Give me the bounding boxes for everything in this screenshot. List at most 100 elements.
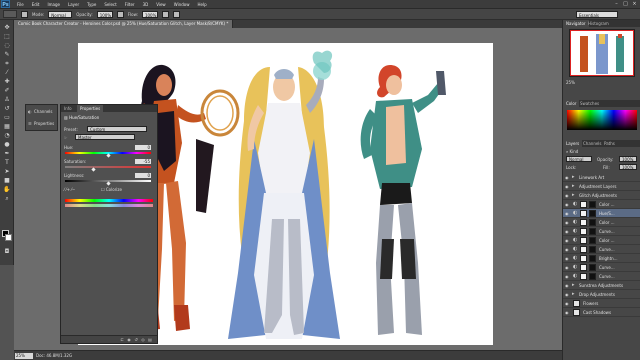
- menu-window[interactable]: Window: [170, 2, 194, 7]
- folder-icon[interactable]: ▸: [572, 182, 578, 191]
- layer-row[interactable]: ◉ ▸ Adjustment Layers: [563, 182, 640, 191]
- visibility-eye-icon[interactable]: ◉: [565, 191, 570, 200]
- folder-icon[interactable]: ▸: [572, 281, 578, 290]
- visibility-icon[interactable]: ◎: [140, 337, 146, 342]
- tab-info[interactable]: Info: [61, 105, 75, 112]
- saturation-slider-thumb[interactable]: [91, 167, 96, 172]
- menu-edit[interactable]: Edit: [28, 2, 44, 7]
- layer-mask-thumbnail[interactable]: [589, 228, 596, 235]
- menu-filter[interactable]: Filter: [121, 2, 139, 7]
- pressure-size-toggle[interactable]: [172, 10, 180, 18]
- healing-tool-icon[interactable]: ✚: [2, 78, 12, 86]
- layer-row[interactable]: ◉ ◐ Curve...: [563, 245, 640, 254]
- document-tab[interactable]: Comic Book Character Creator - Heroines …: [14, 20, 234, 28]
- tab-properties[interactable]: Properties: [77, 105, 104, 112]
- tab-swatches[interactable]: Swatches: [577, 100, 602, 107]
- layer-mask-thumbnail[interactable]: [580, 210, 587, 217]
- layer-row[interactable]: ◉ ◐ Color ...: [563, 200, 640, 209]
- gradient-tool-icon[interactable]: ▦: [2, 123, 12, 131]
- layer-mask-thumbnail[interactable]: [589, 255, 596, 262]
- minimize-button[interactable]: –: [612, 1, 621, 7]
- visibility-eye-icon[interactable]: ◉: [565, 299, 570, 308]
- hue-value[interactable]: 0: [135, 145, 151, 150]
- hand-adjust-icon[interactable]: ☞: [64, 135, 68, 140]
- menu-help[interactable]: Help: [193, 2, 210, 7]
- eraser-tool-icon[interactable]: ▭: [2, 114, 12, 122]
- layer-mask-thumbnail[interactable]: [580, 201, 587, 208]
- layer-row[interactable]: ◉ ◐ Hue/S...: [563, 209, 640, 218]
- tab-histogram[interactable]: Histogram: [585, 20, 612, 27]
- navigator-zoom[interactable]: 25%: [566, 80, 575, 85]
- dodge-tool-icon[interactable]: ●: [2, 141, 12, 149]
- visibility-eye-icon[interactable]: ◉: [565, 281, 570, 290]
- view-previous-icon[interactable]: ◉: [126, 337, 132, 342]
- layer-row[interactable]: ◉ Cast Shadows: [563, 308, 640, 317]
- lightness-value[interactable]: 0: [135, 173, 151, 178]
- quick-select-tool-icon[interactable]: ✎: [2, 51, 12, 59]
- layer-mask-thumbnail[interactable]: [589, 201, 596, 208]
- history-brush-tool-icon[interactable]: ↺: [2, 105, 12, 113]
- folder-icon[interactable]: ▸: [572, 191, 578, 200]
- eyedropper-tool-icon[interactable]: ⁄: [2, 69, 12, 77]
- layer-row[interactable]: ◉ Flowers: [563, 299, 640, 308]
- channels-panel-button[interactable]: ◐ Channels: [28, 107, 57, 116]
- layer-row[interactable]: ◉ ◐ Curve...: [563, 272, 640, 281]
- navigator-thumbnail[interactable]: [569, 29, 635, 77]
- hue-slider-thumb[interactable]: [105, 153, 111, 158]
- visibility-eye-icon[interactable]: ◉: [565, 209, 570, 218]
- blend-mode-select[interactable]: Normal: [566, 156, 592, 162]
- clip-to-layer-icon[interactable]: ⊏: [119, 337, 125, 342]
- menu-view[interactable]: View: [152, 2, 170, 7]
- mode-select[interactable]: Normal: [48, 10, 73, 18]
- folder-icon[interactable]: ▸: [572, 290, 578, 299]
- shape-tool-icon[interactable]: ■: [2, 177, 12, 185]
- brush-tool-icon[interactable]: ✐: [2, 87, 12, 95]
- visibility-eye-icon[interactable]: ◉: [565, 227, 570, 236]
- visibility-eye-icon[interactable]: ◉: [565, 290, 570, 299]
- layer-row[interactable]: ◉ ◐ Brightn...: [563, 254, 640, 263]
- clone-stamp-tool-icon[interactable]: ♙: [2, 96, 12, 104]
- zoom-tool-icon[interactable]: ⌕: [2, 195, 12, 203]
- layer-mask-thumbnail[interactable]: [580, 273, 587, 280]
- visibility-eye-icon[interactable]: ◉: [565, 245, 570, 254]
- blur-tool-icon[interactable]: ◔: [2, 132, 12, 140]
- visibility-eye-icon[interactable]: ◉: [565, 200, 570, 209]
- layer-mask-thumbnail[interactable]: [580, 264, 587, 271]
- quick-mask-icon[interactable]: ◘: [2, 248, 12, 256]
- path-select-tool-icon[interactable]: ➤: [2, 168, 12, 176]
- layer-mask-thumbnail[interactable]: [589, 264, 596, 271]
- folder-icon[interactable]: ▸: [572, 173, 578, 182]
- layer-mask-thumbnail[interactable]: [580, 255, 587, 262]
- channel-select[interactable]: Master: [75, 134, 135, 140]
- visibility-eye-icon[interactable]: ◉: [565, 263, 570, 272]
- color-spectrum[interactable]: [567, 110, 637, 130]
- layer-thumbnail[interactable]: [573, 300, 580, 307]
- close-button[interactable]: ×: [630, 1, 639, 7]
- menu-layer[interactable]: Layer: [64, 2, 83, 7]
- workspace-switcher[interactable]: Essentials: [576, 11, 618, 18]
- layer-mask-thumbnail[interactable]: [589, 237, 596, 244]
- colorize-checkbox[interactable]: ☐ Colorize: [101, 187, 122, 192]
- visibility-eye-icon[interactable]: ◉: [565, 272, 570, 281]
- brush-preset-picker[interactable]: [21, 10, 28, 18]
- airbrush-toggle[interactable]: [161, 10, 169, 18]
- maximize-button[interactable]: □: [621, 1, 630, 7]
- lasso-tool-icon[interactable]: ◌: [2, 42, 12, 50]
- layer-row[interactable]: ◉ ◐ Curve...: [563, 263, 640, 272]
- layer-mask-thumbnail[interactable]: [580, 228, 587, 235]
- visibility-eye-icon[interactable]: ◉: [565, 173, 570, 182]
- layer-filter[interactable]: ⌕ Kind: [566, 149, 578, 154]
- layer-row[interactable]: ◉ ▸ Drop Adjustments: [563, 290, 640, 299]
- layer-thumbnail[interactable]: [573, 309, 580, 316]
- type-tool-icon[interactable]: T: [2, 159, 12, 167]
- menu-type[interactable]: Type: [83, 2, 100, 7]
- visibility-eye-icon[interactable]: ◉: [565, 236, 570, 245]
- lightness-slider-thumb[interactable]: [105, 181, 111, 186]
- layer-mask-thumbnail[interactable]: [580, 246, 587, 253]
- preset-select[interactable]: Custom: [87, 126, 147, 132]
- opacity-field[interactable]: 100%: [96, 10, 113, 18]
- layer-mask-thumbnail[interactable]: [580, 237, 587, 244]
- properties-panel-button[interactable]: ☰ Properties: [28, 119, 57, 128]
- eyedropper-icons[interactable]: ⁄ ⁄+ ⁄−: [64, 187, 75, 192]
- saturation-slider[interactable]: [65, 166, 151, 168]
